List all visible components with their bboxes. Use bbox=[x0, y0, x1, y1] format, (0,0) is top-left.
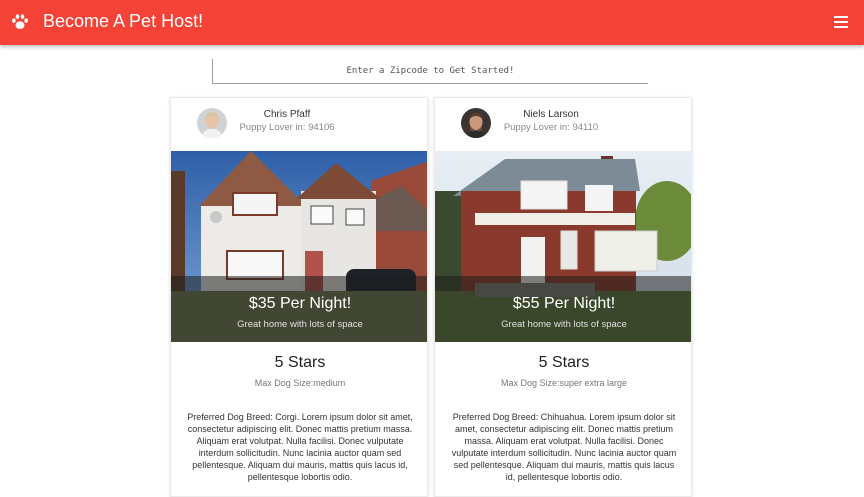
host-zip: Puppy Lover in: 94106 bbox=[239, 122, 335, 133]
listing-tagline: Great home with lots of space bbox=[237, 319, 363, 330]
price-label: $55 Per Night! bbox=[512, 295, 616, 312]
listing-description: Preferred Dog Breed: Corgi. Lorem ipsum … bbox=[187, 412, 413, 482]
listing-photo[interactable]: $55 Per Night! Great home with lots of s… bbox=[435, 151, 691, 342]
listing-description: Preferred Dog Breed: Chihuahua. Lorem ip… bbox=[451, 412, 677, 482]
host-avatar bbox=[461, 108, 491, 138]
listing-card: Chris Pfaff Puppy Lover in: 94106 $35 Pe… bbox=[170, 97, 428, 497]
zipcode-search-input[interactable] bbox=[212, 59, 648, 84]
app-title[interactable]: Become A Pet Host! bbox=[43, 11, 203, 32]
star-rating: 5 Stars bbox=[274, 354, 326, 371]
host-name: Chris Pfaff bbox=[263, 109, 311, 120]
star-rating: 5 Stars bbox=[538, 354, 590, 371]
hamburger-menu-icon[interactable] bbox=[834, 16, 848, 28]
app-header: Become A Pet Host! bbox=[0, 0, 864, 45]
listing-tagline: Great home with lots of space bbox=[501, 319, 627, 330]
paw-icon[interactable] bbox=[11, 13, 29, 31]
host-avatar bbox=[197, 108, 227, 138]
max-dog-size: Max Dog Size:medium bbox=[254, 378, 346, 388]
price-label: $35 Per Night! bbox=[248, 295, 352, 312]
max-dog-size: Max Dog Size:super extra large bbox=[500, 378, 628, 388]
listing-card: Niels Larson Puppy Lover in: 94110 $55 P… bbox=[434, 97, 692, 497]
host-name: Niels Larson bbox=[523, 109, 579, 120]
host-zip: Puppy Lover in: 94110 bbox=[503, 122, 599, 133]
listing-photo[interactable]: $35 Per Night! Great home with lots of s… bbox=[171, 151, 427, 342]
